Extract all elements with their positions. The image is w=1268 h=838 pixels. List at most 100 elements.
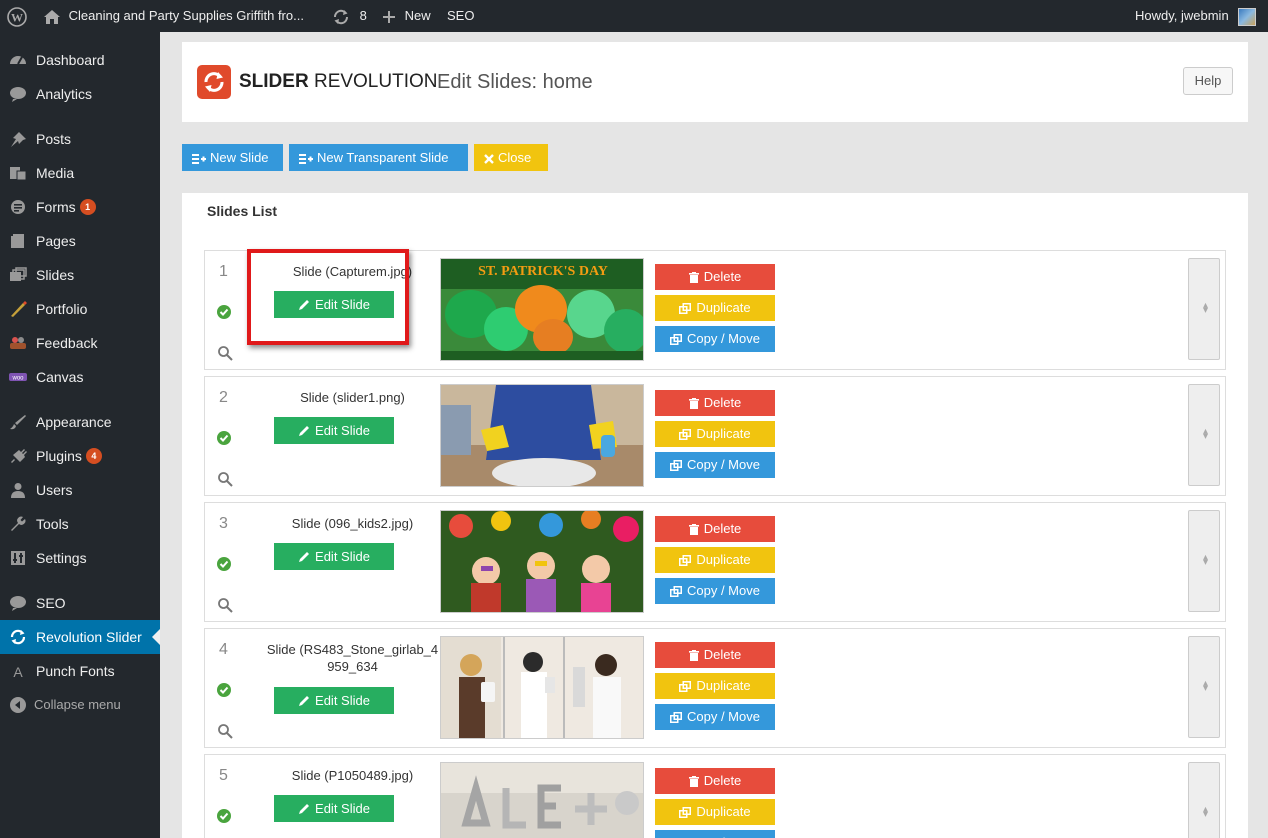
new-label: New <box>404 8 431 23</box>
search-icon[interactable] <box>217 345 233 361</box>
settings-icon <box>11 551 25 565</box>
close-button[interactable]: Close <box>474 144 548 171</box>
duplicate-button[interactable]: Duplicate <box>655 673 775 699</box>
sidebar-item-analytics[interactable]: Analytics <box>0 77 160 111</box>
wordpress-logo-icon[interactable]: W <box>7 0 27 32</box>
site-home-link[interactable]: Cleaning and Party Supplies Griffith fro… <box>43 0 304 32</box>
slide-row[interactable]: 2 Slide (slider1.png) Edit Slide Delete … <box>204 376 1226 496</box>
sidebar-item-punch-fonts[interactable]: A Punch Fonts <box>0 654 160 688</box>
sidebar-item-slides[interactable]: Slides <box>0 258 160 292</box>
delete-button[interactable]: Delete <box>655 642 775 668</box>
slider-header-panel: SLIDER REVOLUTION Edit Slides: home Help <box>182 42 1248 122</box>
copy-move-button[interactable]: Copy / Move <box>655 704 775 730</box>
slide-number: 3 <box>219 515 228 532</box>
new-content-link[interactable]: New <box>382 0 431 32</box>
slide-row[interactable]: 5 Slide (P1050489.jpg) Edit Slide Delete… <box>204 754 1226 838</box>
seo-adminbar-link[interactable]: SEO <box>447 0 474 32</box>
pin-icon <box>11 132 26 147</box>
plus-icon <box>383 10 395 23</box>
slide-thumbnail[interactable] <box>440 384 644 487</box>
sidebar-item-feedback[interactable]: Feedback <box>0 326 160 360</box>
copy-move-button[interactable]: Copy / Move <box>655 326 775 352</box>
collapse-menu-button[interactable]: Collapse menu <box>0 688 160 722</box>
forms-label: Forms <box>36 199 76 215</box>
sidebar-item-forms[interactable]: Forms 1 <box>0 190 160 224</box>
search-icon[interactable] <box>217 597 233 613</box>
edit-slide-button[interactable]: Edit Slide <box>274 417 394 444</box>
duplicate-icon <box>679 429 692 440</box>
duplicate-icon <box>679 303 692 314</box>
slide-number: 5 <box>219 767 228 784</box>
sidebar-item-revolution-slider[interactable]: Revolution Slider <box>0 620 160 654</box>
delete-button[interactable]: Delete <box>655 768 775 794</box>
trash-icon <box>688 776 699 787</box>
search-icon[interactable] <box>217 723 233 739</box>
sidebar-item-users[interactable]: Users <box>0 473 160 507</box>
drag-handle[interactable]: ▴ ▾ <box>1188 510 1220 612</box>
help-button[interactable]: Help <box>1183 67 1233 95</box>
edit-slide-button[interactable]: Edit Slide <box>274 543 394 570</box>
sidebar-item-portfolio[interactable]: Portfolio <box>0 292 160 326</box>
copy-move-button[interactable]: Copy / Move <box>655 578 775 604</box>
account-menu[interactable]: Howdy, jwebmin <box>1135 0 1257 32</box>
duplicate-button[interactable]: Duplicate <box>655 547 775 573</box>
slider-revolution-logo-icon <box>197 65 231 99</box>
slide-number: 2 <box>219 389 228 406</box>
close-icon <box>484 154 494 164</box>
sidebar-item-canvas[interactable]: woo Canvas <box>0 360 160 394</box>
edit-slide-button[interactable]: Edit Slide <box>274 795 394 822</box>
drag-handle[interactable]: ▴ ▾ <box>1188 258 1220 360</box>
check-icon <box>217 305 231 319</box>
sidebar-item-pages[interactable]: Pages <box>0 224 160 258</box>
highlight-annotation <box>247 249 409 345</box>
slide-thumbnail[interactable] <box>440 636 644 739</box>
delete-button[interactable]: Delete <box>655 390 775 416</box>
drag-handle[interactable]: ▴ ▾ <box>1188 384 1220 486</box>
trash-icon <box>688 272 699 283</box>
edit-slide-button[interactable]: Edit Slide <box>274 687 394 714</box>
slide-name: Slide (slider1.png) <box>300 390 405 405</box>
drag-arrows-icon: ▴ ▾ <box>1203 804 1209 820</box>
copy-move-button[interactable]: Copy / Move <box>655 452 775 478</box>
media-icon <box>10 167 27 181</box>
duplicate-button[interactable]: Duplicate <box>655 421 775 447</box>
updates-link[interactable]: 8 <box>332 0 367 32</box>
copy-icon <box>670 586 682 597</box>
sidebar-item-media[interactable]: Media <box>0 156 160 190</box>
drag-handle[interactable]: ▴ ▾ <box>1188 762 1220 838</box>
home-icon <box>44 9 60 24</box>
dashboard-icon <box>10 56 26 65</box>
seo-icon <box>10 596 26 611</box>
sidebar-item-settings[interactable]: Settings <box>0 541 160 575</box>
new-transparent-slide-button[interactable]: New Transparent Slide <box>289 144 468 171</box>
sidebar-item-plugins[interactable]: Plugins 4 <box>0 439 160 473</box>
slide-name: Slide (P1050489.jpg) <box>291 768 414 783</box>
pencil-icon <box>299 804 310 814</box>
duplicate-button[interactable]: Duplicate <box>655 295 775 321</box>
slide-thumbnail[interactable]: ST. PATRICK'S DAY <box>440 258 644 361</box>
new-slide-button[interactable]: New Slide <box>182 144 283 171</box>
copy-icon <box>670 460 682 471</box>
page-title: Edit Slides: home <box>437 71 593 93</box>
slide-thumbnail[interactable] <box>440 510 644 613</box>
new-transparent-slide-label: New Transparent Slide <box>317 150 449 165</box>
delete-button[interactable]: Delete <box>655 516 775 542</box>
updates-icon <box>333 9 349 24</box>
sidebar-item-appearance[interactable]: Appearance <box>0 405 160 439</box>
sidebar-item-posts[interactable]: Posts <box>0 122 160 156</box>
check-icon <box>217 431 231 445</box>
slide-name: Slide (096_kids2.jpg) <box>291 516 414 531</box>
sidebar-item-tools[interactable]: Tools <box>0 507 160 541</box>
duplicate-icon <box>679 681 692 692</box>
search-icon[interactable] <box>217 471 233 487</box>
slide-row[interactable]: 3 Slide (096_kids2.jpg) Edit Slide Delet… <box>204 502 1226 622</box>
slide-row[interactable]: 4 Slide (RS483_Stone_girlab_4959_634 Edi… <box>204 628 1226 748</box>
delete-button[interactable]: Delete <box>655 264 775 290</box>
slide-thumbnail[interactable] <box>440 762 644 838</box>
sidebar-item-dashboard[interactable]: Dashboard <box>0 43 160 77</box>
sidebar-item-seo[interactable]: SEO <box>0 586 160 620</box>
thumb-banner-text: ST. PATRICK'S DAY <box>478 264 608 279</box>
duplicate-button[interactable]: Duplicate <box>655 799 775 825</box>
drag-handle[interactable]: ▴ ▾ <box>1188 636 1220 738</box>
copy-move-button[interactable]: Copy / Move <box>655 830 775 838</box>
